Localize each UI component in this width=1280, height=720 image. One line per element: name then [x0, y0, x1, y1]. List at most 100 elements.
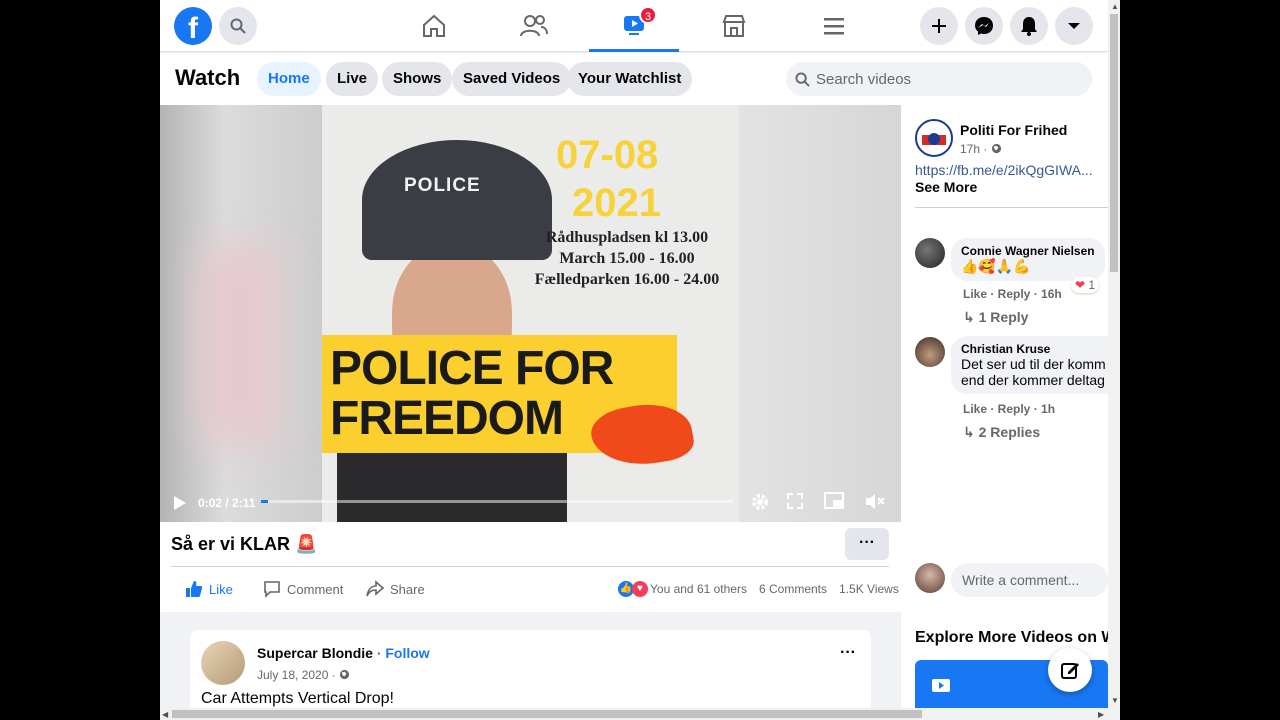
picture-in-picture-icon[interactable]	[824, 492, 844, 510]
video-player[interactable]: POLICE 07-08 2021 Rådhuspladsen kl 13.00…	[160, 105, 901, 522]
comment-button[interactable]: Comment	[263, 580, 343, 598]
avatar[interactable]	[201, 641, 245, 685]
poster-line-2: March 15.00 - 16.00	[559, 250, 695, 267]
messenger-button[interactable]	[965, 7, 1003, 45]
nav-menu-tab[interactable]	[789, 0, 879, 52]
replies-count: 2 Replies	[978, 424, 1041, 440]
scrollbar-thumb[interactable]	[1110, 14, 1118, 272]
follow-link[interactable]: Follow	[385, 645, 429, 661]
play-icon[interactable]	[173, 495, 187, 511]
home-icon	[423, 14, 445, 37]
comment-author[interactable]: Connie Wagner Nielsen	[961, 244, 1095, 258]
marketplace-icon	[722, 15, 746, 37]
view-replies-link[interactable]: ↳ 1 Reply	[963, 309, 1028, 326]
globe-icon	[339, 669, 350, 680]
settings-gear-icon[interactable]	[750, 492, 770, 512]
fullscreen-icon[interactable]	[787, 493, 803, 509]
explore-more-heading: Explore More Videos on W	[915, 629, 1108, 646]
comment-meta[interactable]: Like · Reply · 16h	[963, 287, 1062, 301]
comment-bubble: Christian Kruse Det ser ud til der komm …	[951, 336, 1108, 394]
tab-live[interactable]: Live	[326, 62, 379, 96]
share-button[interactable]: Share	[366, 580, 425, 598]
comment-reaction-count[interactable]: ❤ 1	[1071, 277, 1100, 293]
facebook-logo[interactable]: f	[174, 7, 212, 45]
comment-text: 👍🥰🙏💪	[961, 258, 1031, 274]
nav-home-tab[interactable]	[389, 0, 479, 52]
share-icon	[366, 580, 384, 597]
plus-icon	[932, 19, 946, 33]
vertical-scrollbar[interactable]: ▲ ▼	[1108, 0, 1120, 708]
reactions-text[interactable]: You and 61 others	[650, 582, 747, 596]
comments-count[interactable]: 6 Comments	[759, 582, 827, 596]
horizontal-scrollbar[interactable]: ◀ ▶	[160, 708, 1108, 720]
tab-your-watchlist[interactable]: Your Watchlist	[567, 62, 693, 96]
page-avatar[interactable]	[915, 119, 953, 157]
create-button[interactable]	[920, 7, 958, 45]
watch-notification-badge: 3	[639, 6, 657, 24]
nav-watch-tab[interactable]: 3	[589, 0, 679, 52]
scroll-left-arrow-icon[interactable]: ◀	[162, 710, 168, 719]
search-icon	[795, 72, 810, 87]
video-frame: POLICE 07-08 2021 Rådhuspladsen kl 13.00…	[322, 105, 739, 522]
video-progress-bar[interactable]	[261, 500, 733, 503]
next-card-date: July 18, 2020 ·	[257, 668, 350, 682]
event-link[interactable]: https://fb.me/e/2ikQgGIWA...	[915, 162, 1093, 178]
comment-meta[interactable]: Like · Reply · 1h	[963, 402, 1055, 416]
video-progress-fill	[261, 500, 269, 503]
avatar[interactable]	[915, 337, 945, 367]
next-card-title: Car Attempts Vertical Drop!	[201, 690, 394, 707]
comment-author[interactable]: Christian Kruse	[961, 342, 1106, 356]
avatar[interactable]	[915, 238, 945, 268]
write-comment-input[interactable]: Write a comment...	[951, 563, 1108, 597]
account-menu-button[interactable]	[1055, 7, 1093, 45]
author-name[interactable]: Supercar Blondie	[257, 645, 373, 661]
video-blur-right	[739, 105, 901, 522]
friends-icon	[520, 15, 548, 37]
tab-home[interactable]: Home	[257, 62, 321, 96]
poster-year: 2021	[572, 181, 661, 225]
nav-marketplace-tab[interactable]	[689, 0, 779, 52]
post-stats: 👍 ♥ You and 61 others 6 Comments 1.5K Vi…	[618, 581, 899, 597]
view-replies-link[interactable]: ↳ 2 Replies	[963, 424, 1040, 441]
page-name[interactable]: Politi For Frihed	[960, 122, 1067, 138]
next-card-author: Supercar Blondie · Follow	[257, 645, 430, 661]
share-label: Share	[390, 581, 425, 597]
scrollbar-thumb[interactable]	[172, 710, 922, 718]
comment-reaction-number: 1	[1088, 278, 1096, 292]
post-time-text[interactable]: 17h ·	[960, 142, 991, 156]
globe-icon	[991, 143, 1001, 154]
like-button[interactable]: Like	[185, 580, 233, 598]
notifications-button[interactable]	[1010, 7, 1048, 45]
new-message-button[interactable]	[1048, 648, 1092, 692]
video-sidebar: Politi For Frihed 17h · https://fb.me/e/…	[901, 105, 1108, 720]
post-date[interactable]: July 18, 2020 ·	[257, 668, 339, 682]
tab-saved-videos[interactable]: Saved Videos	[452, 62, 572, 96]
scroll-up-arrow-icon[interactable]: ▲	[1111, 2, 1119, 11]
scroll-right-arrow-icon[interactable]: ▶	[1098, 710, 1104, 719]
next-card-more-button[interactable]: ···	[840, 644, 856, 662]
sidebar-divider	[915, 207, 1108, 208]
comment-bubble: Connie Wagner Nielsen 👍🥰🙏💪	[951, 238, 1105, 281]
tab-shows[interactable]: Shows	[382, 62, 453, 96]
poster-banner-line-2: FREEDOM	[330, 392, 564, 445]
scroll-down-arrow-icon[interactable]: ▼	[1111, 696, 1119, 705]
see-more-link[interactable]: See More	[915, 179, 977, 195]
nav-friends-tab[interactable]	[489, 0, 579, 52]
caret-down-icon	[1068, 23, 1080, 29]
post-info: Så er vi KLAR 🚨 ··· Like Comment Share 👍…	[160, 522, 901, 612]
views-count: 1.5K Views	[839, 582, 899, 596]
comment-text-line-1: Det ser ud til der komm	[961, 356, 1106, 372]
search-videos-input[interactable]: Search videos	[786, 62, 1092, 96]
replies-count: 1 Reply	[978, 309, 1029, 325]
reply-arrow-icon: ↳	[963, 424, 979, 440]
heart-icon: ❤	[1075, 278, 1086, 292]
avatar[interactable]	[915, 563, 945, 593]
post-more-button[interactable]: ···	[845, 528, 889, 560]
watch-icon	[932, 679, 950, 692]
hamburger-menu-icon	[824, 18, 844, 35]
search-placeholder: Search videos	[816, 71, 912, 88]
search-button[interactable]	[219, 7, 257, 45]
write-comment-placeholder: Write a comment...	[962, 572, 1080, 588]
muted-volume-icon[interactable]	[865, 493, 885, 510]
comment-text-line-2: end der kommer deltag	[961, 372, 1105, 388]
